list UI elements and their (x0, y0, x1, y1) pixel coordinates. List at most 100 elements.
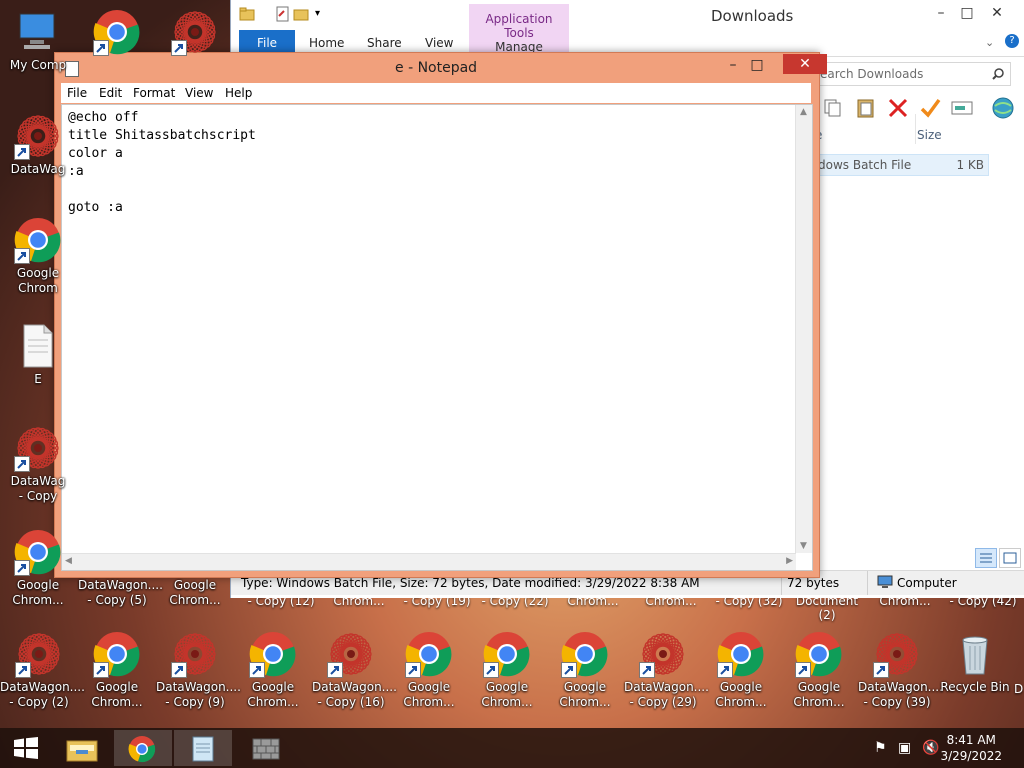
close-button[interactable]: ✕ (983, 4, 1011, 22)
desktop-icon[interactable]: DataWag - Copy (0, 424, 77, 504)
desktop-icon-label: DataWagon.... - Copy (9) (156, 680, 241, 709)
desktop-icon[interactable]: DataWagon.... - Copy (16) (312, 630, 397, 710)
desktop-icon[interactable]: DataWagon.... - Copy (9) (156, 630, 241, 710)
taskbar-notepad[interactable] (174, 730, 232, 766)
clock-time: 8:41 AM (946, 733, 996, 747)
shortcut-arrow-icon (561, 662, 577, 678)
shortcut-arrow-icon (249, 662, 265, 678)
maximize-button[interactable]: □ (953, 4, 981, 22)
desktop-icon[interactable]: Google Chrom (0, 216, 77, 296)
search-icon[interactable] (992, 68, 1004, 80)
minimize-button[interactable]: – (721, 55, 745, 75)
ribbon-expand-icon[interactable]: ⌄ (985, 36, 994, 49)
chrome-icon (93, 8, 141, 56)
shortcut-arrow-icon (873, 662, 889, 678)
desktop-icon[interactable]: Google Chrom... (390, 630, 468, 710)
text-editor[interactable]: @echo off title Shitassbatchscript color… (61, 104, 813, 571)
desktop-icon[interactable]: Google Chrom... (702, 630, 780, 710)
folder-icon (239, 7, 255, 21)
maximize-button[interactable]: □ (745, 55, 769, 75)
network-icon[interactable]: ▣ (898, 740, 911, 756)
checkmark-icon[interactable] (919, 97, 941, 119)
volume-muted-icon[interactable]: 🔇 (922, 740, 939, 756)
menu-file[interactable]: File (67, 86, 87, 100)
desktop-icon[interactable]: E (0, 322, 77, 387)
shortcut-arrow-icon (717, 662, 733, 678)
scroll-up-icon[interactable]: ▲ (800, 107, 807, 117)
desktop-icon-label[interactable]: Document (2) (788, 594, 866, 622)
notepad-window[interactable]: e - Notepad – □ ✕ File Edit Format View … (54, 52, 827, 578)
desktop-icon[interactable] (78, 8, 156, 58)
menu-format[interactable]: Format (133, 86, 175, 100)
desktop-icon[interactable]: Google Chrom... (0, 528, 77, 608)
desktop-icon[interactable]: Google Chrom... (78, 630, 156, 710)
chrome-icon (14, 216, 62, 264)
menu-view[interactable]: View (185, 86, 213, 100)
column-size[interactable]: Size (917, 128, 942, 142)
desktop-icon[interactable]: DataWagon.... - Copy (2) (0, 630, 85, 710)
shortcut-arrow-icon (639, 662, 655, 678)
datawagon-icon (327, 630, 375, 678)
tab-view[interactable]: View (425, 36, 453, 50)
editor-content[interactable]: @echo off title Shitassbatchscript color… (68, 109, 256, 217)
desktop-icon[interactable]: Google Chrom... (234, 630, 312, 710)
scroll-down-icon[interactable]: ▼ (800, 541, 807, 551)
horizontal-scrollbar[interactable]: ◀ ▶ (62, 553, 796, 570)
taskbar-chrome[interactable] (114, 730, 172, 766)
quick-access-dropdown-icon[interactable]: ▾ (315, 8, 320, 19)
desktop-icon[interactable]: Google Chrom... (546, 630, 624, 710)
desktop-icon[interactable]: DataWagon.... - Copy (29) (624, 630, 709, 710)
properties-icon[interactable] (275, 6, 291, 22)
globe-icon[interactable] (991, 96, 1015, 120)
desktop-icon-label[interactable]: DataWagon.... - Copy (5) (78, 578, 163, 608)
minimize-button[interactable]: – (927, 4, 955, 22)
new-folder-icon[interactable] (293, 6, 309, 22)
datawagon-icon (639, 630, 687, 678)
desktop-icon-label: Google Chrom... (403, 680, 455, 709)
action-center-flag-icon[interactable]: ⚑ (874, 740, 887, 756)
desktop-icon-label: DataWagon.... - Copy (2) (0, 680, 85, 709)
help-icon[interactable]: ? (1005, 34, 1019, 48)
tab-share[interactable]: Share (367, 36, 402, 50)
recycle-bin-icon (951, 630, 999, 678)
desktop-icon-label: Google Chrom... (715, 680, 767, 709)
desktop-icon[interactable]: Google Chrom... (468, 630, 546, 710)
desktop-icon[interactable]: DataWagon.... - Copy (39) (858, 630, 943, 710)
file-row[interactable]: dows Batch File 1 KB (815, 154, 989, 176)
desktop-icon[interactable]: My Comp (0, 8, 77, 73)
delete-icon[interactable] (887, 97, 909, 119)
chrome-icon (717, 630, 765, 678)
windows-logo-icon (14, 737, 38, 759)
desktop-icon[interactable]: Recycle Bin (936, 630, 1014, 695)
shortcut-arrow-icon (327, 662, 343, 678)
close-button[interactable]: ✕ (783, 54, 827, 74)
menu-edit[interactable]: Edit (99, 86, 122, 100)
chrome-icon (795, 630, 843, 678)
desktop-icon[interactable]: DataWag (0, 112, 77, 177)
datawagon-icon (15, 630, 63, 678)
start-button[interactable] (2, 730, 60, 766)
shortcut-arrow-icon (14, 144, 30, 160)
system-clock[interactable]: 8:41 AM 3/29/2022 (940, 732, 1002, 764)
desktop-icon[interactable]: Google Chrom... (780, 630, 858, 710)
file-type-cell: dows Batch File (818, 158, 912, 172)
search-input[interactable]: earch Downloads (815, 62, 1011, 86)
search-placeholder: earch Downloads (820, 67, 924, 81)
shortcut-arrow-icon (171, 40, 187, 56)
tab-home[interactable]: Home (309, 36, 344, 50)
desktop-icon[interactable] (156, 8, 234, 58)
rename-icon[interactable] (951, 99, 973, 117)
taskbar-file-explorer[interactable] (54, 730, 112, 766)
paste-icon[interactable] (855, 97, 877, 119)
explorer-titlebar[interactable]: ▾ Downloads – □ ✕ (231, 0, 1024, 30)
desktop-icon-label: DataWagon.... - Copy (39) (858, 680, 943, 709)
menu-help[interactable]: Help (225, 86, 252, 100)
datawagon-icon (873, 630, 921, 678)
copy-icon[interactable] (823, 98, 843, 118)
taskbar-app[interactable] (236, 730, 294, 766)
details-view-button[interactable] (975, 548, 997, 568)
scroll-right-icon[interactable]: ▶ (786, 556, 793, 566)
desktop-icon-label[interactable]: Google Chrom... (156, 578, 234, 608)
vertical-scrollbar[interactable]: ▲ ▼ (795, 105, 812, 553)
large-icons-view-button[interactable] (999, 548, 1021, 568)
